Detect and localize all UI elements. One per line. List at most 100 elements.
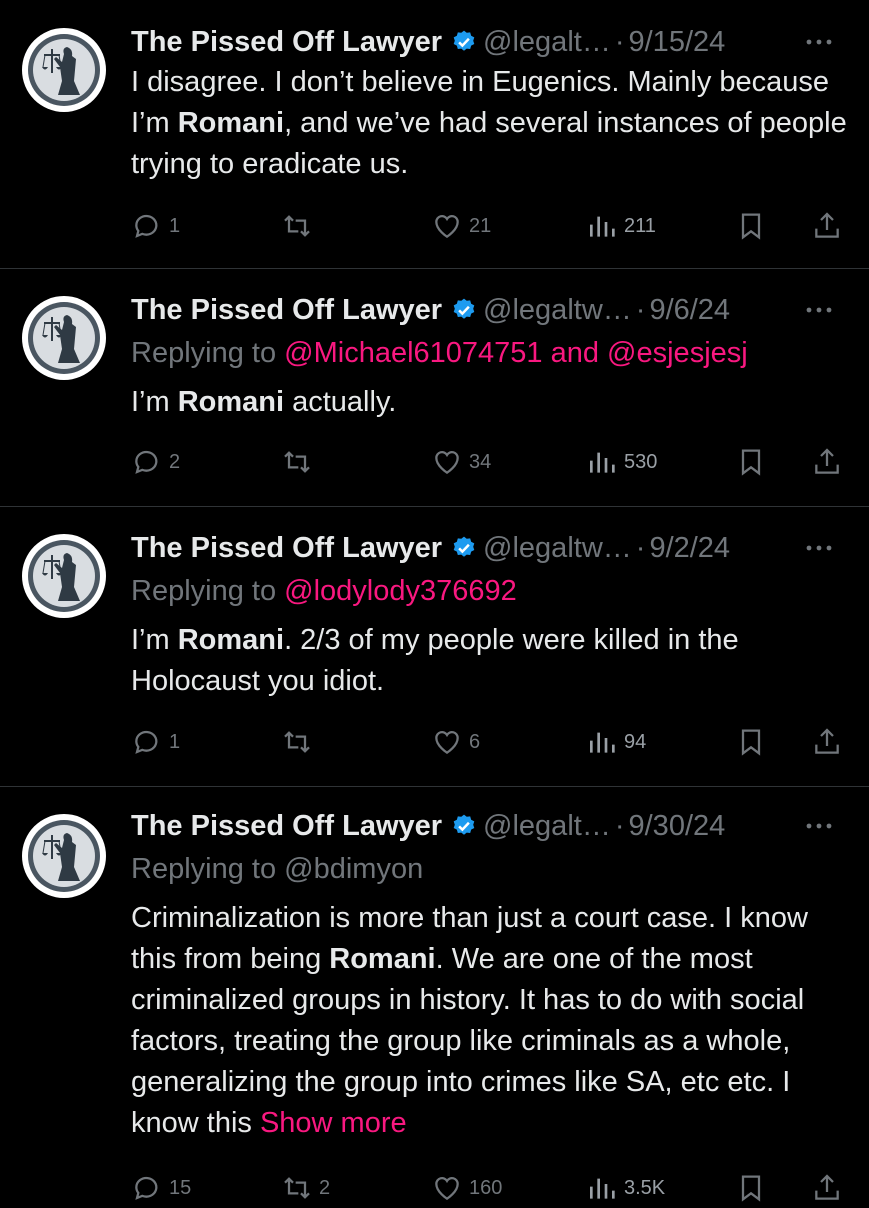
- like-button[interactable]: 34: [431, 446, 491, 478]
- tweet-header: The Pissed Off Lawyer @legalt… · 9/30/24: [131, 806, 847, 846]
- retweet-button[interactable]: [281, 210, 319, 242]
- reply-mentions[interactable]: @lodylody376692: [284, 575, 517, 607]
- like-button[interactable]: 160: [431, 1172, 502, 1204]
- view-count: 530: [624, 450, 658, 473]
- bold-word: Romani: [177, 624, 285, 656]
- author-handle[interactable]: @legalt…: [483, 810, 611, 843]
- author-handle[interactable]: @legaltw…: [483, 532, 632, 565]
- avatar[interactable]: [22, 814, 106, 898]
- bookmark-button[interactable]: [735, 726, 767, 758]
- author-name[interactable]: The Pissed Off Lawyer: [131, 532, 442, 565]
- reply-count: 1: [169, 730, 181, 753]
- lady-justice-logo-icon: [28, 34, 100, 106]
- reply-icon: [135, 1176, 158, 1200]
- author-name[interactable]: The Pissed Off Lawyer: [131, 810, 442, 843]
- like-count: 21: [469, 214, 492, 237]
- like-button[interactable]: 6: [431, 726, 480, 758]
- reply-button[interactable]: 1: [131, 726, 180, 758]
- retweet-icon: [284, 1177, 310, 1199]
- tweet-date[interactable]: 9/6/24: [649, 294, 730, 327]
- tweet-header: The Pissed Off Lawyer @legaltw… · 9/2/24: [131, 528, 847, 568]
- views-button[interactable]: 530: [586, 446, 657, 478]
- verified-badge-icon: [453, 30, 475, 51]
- avatar[interactable]: [22, 28, 106, 112]
- retweet-button[interactable]: 2: [281, 1172, 330, 1204]
- action-bar: 1 6 94: [131, 722, 847, 762]
- more-options-button[interactable]: [801, 22, 837, 62]
- bookmark-button[interactable]: [735, 210, 767, 242]
- tweet-date[interactable]: 9/2/24: [649, 532, 730, 565]
- like-count: 160: [469, 1176, 503, 1199]
- bold-word: Romani: [177, 107, 285, 139]
- view-count: 211: [624, 214, 656, 237]
- share-button[interactable]: [811, 210, 843, 242]
- tweet-text: Criminalization is more than just a cour…: [131, 902, 808, 1139]
- reply-mentions[interactable]: @Michael61074751 and @esjesjesj: [284, 337, 748, 369]
- heart-icon: [435, 450, 459, 475]
- tweet[interactable]: The Pissed Off Lawyer @legaltw… · 9/2/24…: [0, 506, 869, 787]
- bold-word: Romani: [177, 386, 285, 418]
- bookmark-button[interactable]: [735, 446, 767, 478]
- views-button[interactable]: 94: [586, 726, 646, 758]
- replying-to: Replying to @lodylody376692: [131, 575, 517, 607]
- tweet[interactable]: The Pissed Off Lawyer @legalt… · 9/15/24…: [0, 0, 869, 269]
- more-options-button[interactable]: [801, 806, 837, 846]
- separator-dot: ·: [614, 25, 625, 58]
- retweet-icon: [284, 451, 310, 473]
- share-button[interactable]: [811, 1172, 843, 1204]
- views-chart-icon: [590, 1178, 615, 1199]
- retweet-button[interactable]: [281, 446, 319, 478]
- retweet-count: 2: [319, 1176, 331, 1199]
- share-button[interactable]: [811, 726, 843, 758]
- verified-badge-icon: [453, 814, 475, 835]
- more-dots-icon: [806, 39, 832, 45]
- view-count: 94: [624, 730, 647, 753]
- separator-dot: ·: [635, 293, 646, 326]
- share-icon: [815, 448, 839, 474]
- avatar[interactable]: [22, 534, 106, 618]
- reply-button[interactable]: 15: [131, 1172, 191, 1204]
- tweet-header: The Pissed Off Lawyer @legalt… · 9/15/24: [131, 22, 847, 62]
- tweet[interactable]: The Pissed Off Lawyer @legalt… · 9/30/24…: [0, 786, 869, 1202]
- like-button[interactable]: 21: [431, 210, 491, 242]
- author-name[interactable]: The Pissed Off Lawyer: [131, 294, 442, 327]
- views-button[interactable]: 211: [586, 210, 656, 242]
- bookmark-icon: [741, 213, 761, 240]
- bold-word: Romani: [329, 943, 436, 975]
- tweet[interactable]: The Pissed Off Lawyer @legaltw… · 9/6/24…: [0, 268, 869, 507]
- tweet-header: The Pissed Off Lawyer @legaltw… · 9/6/24: [131, 290, 847, 330]
- views-chart-icon: [590, 216, 615, 237]
- action-bar: 2 34 530: [131, 442, 847, 482]
- show-more-link[interactable]: Show more: [260, 1107, 407, 1139]
- author-name[interactable]: The Pissed Off Lawyer: [131, 26, 442, 59]
- share-icon: [815, 1174, 839, 1200]
- more-options-button[interactable]: [801, 528, 837, 568]
- replying-to: Replying to @bdimyon: [131, 853, 424, 885]
- retweet-button[interactable]: [281, 726, 319, 758]
- more-dots-icon: [806, 307, 832, 313]
- tweet-date[interactable]: 9/30/24: [629, 810, 726, 843]
- avatar[interactable]: [22, 296, 106, 380]
- share-icon: [815, 212, 839, 238]
- share-button[interactable]: [811, 446, 843, 478]
- views-button[interactable]: 3.5K: [586, 1172, 665, 1204]
- like-count: 34: [469, 450, 492, 473]
- reply-button[interactable]: 1: [131, 210, 180, 242]
- separator-dot: ·: [635, 531, 646, 564]
- share-icon: [815, 728, 839, 754]
- heart-icon: [435, 1176, 459, 1201]
- action-bar: 15 2 160 3.5K: [131, 1168, 847, 1208]
- more-options-button[interactable]: [801, 290, 837, 330]
- views-chart-icon: [590, 452, 615, 473]
- verified-badge-icon: [453, 536, 475, 557]
- author-handle[interactable]: @legalt…: [483, 26, 611, 59]
- reply-button[interactable]: 2: [131, 446, 180, 478]
- separator-dot: ·: [614, 809, 625, 842]
- author-handle[interactable]: @legaltw…: [483, 294, 632, 327]
- retweet-icon: [284, 731, 310, 753]
- bookmark-button[interactable]: [735, 1172, 767, 1204]
- more-dots-icon: [806, 823, 832, 829]
- lady-justice-logo-icon: [28, 820, 100, 892]
- tweet-date[interactable]: 9/15/24: [629, 26, 726, 59]
- heart-icon: [435, 214, 459, 239]
